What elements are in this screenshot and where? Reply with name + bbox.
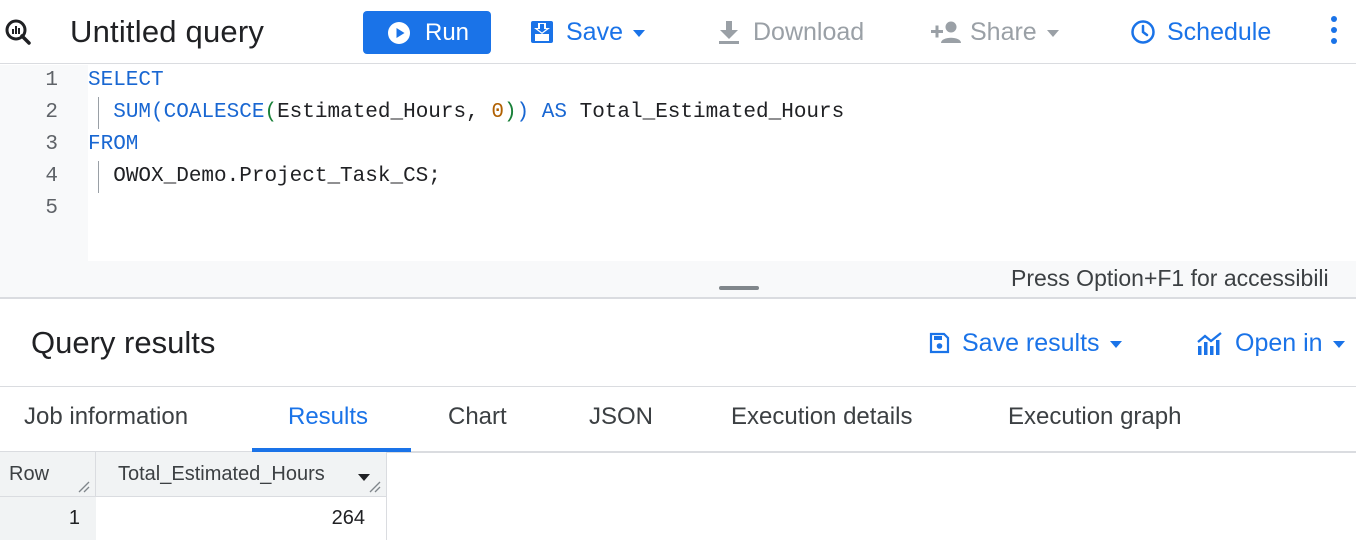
chevron-down-icon [1046, 29, 1059, 37]
code-line: 1 SELECT [0, 65, 1356, 97]
chevron-down-icon [632, 29, 645, 37]
results-tabs: Job information Results Chart JSON Execu… [0, 386, 1356, 452]
query-toolbar: Untitled query Run Save Download Share S… [0, 0, 1356, 64]
query-icon [4, 18, 34, 46]
line-number: 1 [45, 69, 58, 92]
editor-status-bar: Press Option+F1 for accessibili [0, 261, 1356, 297]
table-empty-area [387, 452, 1356, 540]
schedule-button[interactable]: Schedule [1130, 12, 1271, 52]
code-line: 4 OWOX_Demo.Project_Task_CS; [0, 161, 1356, 193]
save-results-label: Save results [962, 328, 1100, 357]
sort-menu-icon[interactable] [358, 474, 370, 481]
play-icon [388, 21, 410, 44]
tab-chart[interactable]: Chart [448, 403, 507, 431]
more-vert-icon[interactable] [1326, 16, 1342, 48]
accessibility-hint: Press Option+F1 for accessibili [1011, 265, 1329, 291]
code-line: 3 FROM [0, 129, 1356, 161]
chart-icon [1197, 332, 1222, 355]
tab-job-information[interactable]: Job information [24, 403, 188, 431]
share-person-icon [931, 21, 961, 43]
save-results-icon [929, 332, 950, 354]
chevron-down-icon [1332, 340, 1345, 348]
column-resize-icon[interactable] [369, 481, 381, 493]
column-header-total-estimated-hours[interactable]: Total_Estimated_Hours [118, 452, 325, 497]
row-number-cell: 1 [68, 507, 80, 529]
save-button-label: Save [566, 17, 623, 46]
query-title[interactable]: Untitled query [70, 14, 264, 50]
column-separator [386, 452, 387, 540]
pane-divider[interactable] [0, 297, 1356, 299]
save-icon [531, 21, 553, 43]
line-number: 4 [45, 165, 58, 188]
open-in-label: Open in [1235, 328, 1323, 357]
chevron-down-icon [1109, 340, 1122, 348]
save-results-button[interactable]: Save results [928, 325, 1122, 361]
line-number: 5 [45, 197, 58, 220]
share-button[interactable]: Share [930, 12, 1059, 52]
keyword: SELECT [88, 69, 164, 92]
schedule-button-label: Schedule [1167, 17, 1272, 46]
clock-icon [1131, 20, 1155, 44]
download-icon [719, 21, 739, 44]
code-line: 5 [0, 193, 1356, 225]
column-resize-icon[interactable] [78, 481, 90, 493]
tab-json[interactable]: JSON [589, 403, 653, 431]
run-button-label: Run [425, 18, 470, 46]
results-title: Query results [31, 325, 216, 360]
sql-editor[interactable]: 1 SELECT 2 SUM(COALESCE(Estimated_Hours,… [0, 65, 1356, 261]
tab-execution-graph[interactable]: Execution graph [1008, 403, 1181, 431]
share-button-label: Share [970, 17, 1037, 46]
tab-results[interactable]: Results [288, 403, 368, 431]
drag-handle-icon[interactable] [719, 286, 759, 290]
download-button-label: Download [753, 17, 865, 46]
tab-execution-details[interactable]: Execution details [731, 403, 912, 431]
line-number: 3 [45, 133, 58, 156]
save-button[interactable]: Save [529, 12, 645, 52]
code-line: 2 SUM(COALESCE(Estimated_Hours, 0)) AS T… [0, 97, 1356, 129]
column-header-row: Row [9, 463, 50, 485]
table-header: Row Total_Estimated_Hours [0, 452, 386, 497]
download-button[interactable]: Download [716, 12, 864, 52]
open-in-button[interactable]: Open in [1196, 325, 1345, 361]
run-button[interactable]: Run [363, 11, 491, 54]
line-number: 2 [45, 101, 58, 124]
total-estimated-hours-cell[interactable]: 264 [96, 497, 365, 540]
